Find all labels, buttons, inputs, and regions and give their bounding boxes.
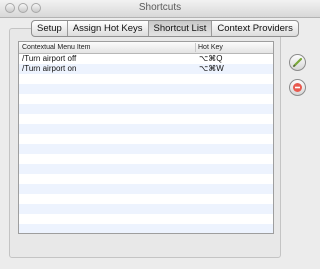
table-header: Contextual Menu Item Hot Key <box>19 42 273 54</box>
empty-row <box>19 204 273 214</box>
column-header-hot-key[interactable]: Hot Key <box>198 42 223 53</box>
empty-row <box>19 134 273 144</box>
tab-setup[interactable]: Setup <box>32 21 68 36</box>
empty-row <box>19 184 273 194</box>
tab-context-providers[interactable]: Context Providers <box>212 21 298 36</box>
table-row[interactable]: /Turn airport off ⌥⌘Q <box>19 54 273 64</box>
hot-key-cell: ⌥⌘Q <box>199 54 223 63</box>
table-body: /Turn airport off ⌥⌘Q /Turn airport on ⌥… <box>19 54 273 233</box>
window-title: Shortcuts <box>138 2 182 13</box>
empty-row <box>19 174 273 184</box>
empty-row <box>19 74 273 84</box>
tab-shortcut-list[interactable]: Shortcut List <box>148 21 213 36</box>
menu-item-cell: /Turn airport off <box>22 54 77 63</box>
remove-shortcut-button[interactable] <box>289 79 306 96</box>
empty-row <box>19 104 273 114</box>
tab-assign-hot-keys[interactable]: Assign Hot Keys <box>68 21 149 36</box>
empty-row <box>19 114 273 124</box>
tab-bar: Setup Assign Hot Keys Shortcut List Cont… <box>31 20 299 37</box>
title-bar: Shortcuts <box>0 0 320 18</box>
edit-shortcut-button[interactable] <box>289 54 306 71</box>
table-row[interactable]: /Turn airport on ⌥⌘W <box>19 64 273 74</box>
minus-icon <box>293 83 302 92</box>
empty-row <box>19 144 273 154</box>
hot-key-cell: ⌥⌘W <box>199 64 224 73</box>
empty-row <box>19 164 273 174</box>
empty-row <box>19 94 273 104</box>
empty-row <box>19 154 273 164</box>
shortcut-table[interactable]: Contextual Menu Item Hot Key /Turn airpo… <box>18 41 274 234</box>
empty-row <box>19 214 273 224</box>
empty-row <box>19 84 273 94</box>
column-header-menu-item[interactable]: Contextual Menu Item <box>22 42 90 53</box>
empty-row <box>19 124 273 134</box>
menu-item-cell: /Turn airport on <box>22 64 77 73</box>
empty-row <box>19 224 273 233</box>
empty-row <box>19 194 273 204</box>
column-divider <box>195 43 196 52</box>
pencil-icon <box>292 57 303 68</box>
